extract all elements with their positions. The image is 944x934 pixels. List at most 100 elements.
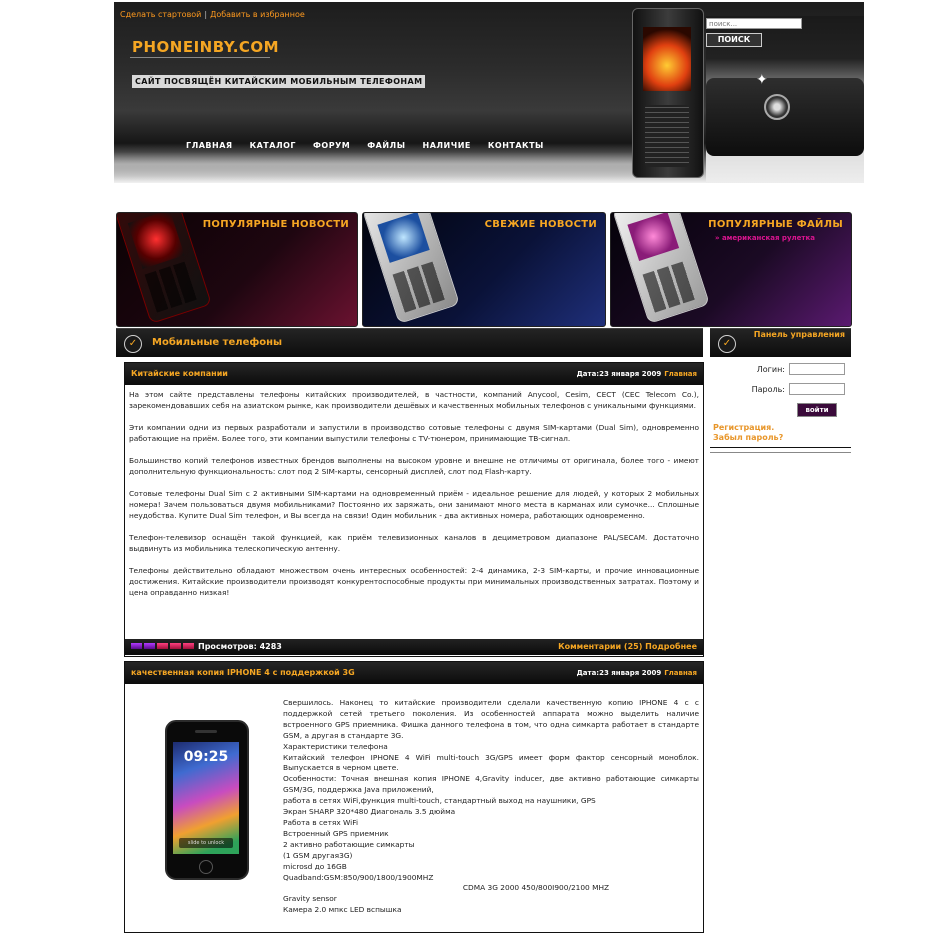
login-input[interactable]	[789, 363, 845, 375]
article-line: Особенности: Точная внешная копия IPHONE…	[283, 774, 699, 795]
lock-clock: 09:25	[183, 749, 229, 765]
promo-phone-image	[117, 213, 212, 324]
phone-speaker	[195, 730, 217, 733]
phone-screen: 09:25 slide to unlock	[173, 742, 239, 854]
checkmark-icon: ✓	[124, 335, 142, 353]
main-nav: ГЛАВНАЯ КАТАЛОГ ФОРУМ ФАЙЛЫ НАЛИЧИЕ КОНТ…	[186, 141, 544, 150]
rating-star[interactable]	[131, 643, 142, 649]
search-panel: ПОИСК ✦	[706, 16, 864, 183]
title-underline	[130, 57, 270, 58]
nav-forum[interactable]: ФОРУМ	[313, 141, 350, 150]
date-label: Дата:	[576, 669, 600, 677]
sidebar-divider	[710, 452, 851, 453]
article-paragraph: Сотовые телефоны Dual Sim с 2 активными …	[129, 489, 699, 520]
nav-contacts[interactable]: КОНТАКТЫ	[488, 141, 544, 150]
article-line: работа в сетях WiFi,функция multi-touch,…	[283, 796, 596, 806]
article-line: Характеристики телефона	[283, 741, 388, 751]
rating-star[interactable]	[157, 643, 168, 649]
sidebar-divider	[710, 447, 851, 448]
phone-screen	[627, 213, 680, 261]
promo-title[interactable]: СВЕЖИЕ НОВОСТИ	[485, 219, 597, 230]
article-line: Камера 2.0 мпкс LED вспышка	[283, 905, 402, 915]
article-date: 23 января 2009	[599, 370, 662, 378]
section-title: Мобильные телефоны	[152, 337, 283, 348]
login-label: Логин:	[756, 365, 785, 374]
phone-keypad	[645, 105, 689, 167]
login-button[interactable]: войти	[797, 403, 837, 417]
sparkle-icon: ✦	[756, 72, 768, 88]
nav-files[interactable]: ФАЙЛЫ	[367, 141, 405, 150]
rating-star[interactable]	[170, 643, 181, 649]
article-line: 2 активно работающие симкарты	[283, 839, 415, 849]
nav-home[interactable]: ГЛАВНАЯ	[186, 141, 233, 150]
nav-catalog[interactable]: КАТАЛОГ	[250, 141, 296, 150]
article-text: Свершилось. Наконец то китайские произво…	[283, 698, 699, 916]
search-input[interactable]	[706, 18, 802, 29]
phone-screen	[643, 27, 691, 91]
login-row: Логин:	[710, 363, 851, 377]
promo-title[interactable]: ПОПУЛЯРНЫЕ ФАЙЛЫ	[708, 219, 843, 230]
article-paragraph: Большинство копий телефонов известных бр…	[129, 456, 699, 476]
nav-availability[interactable]: НАЛИЧИЕ	[423, 141, 471, 150]
iphone-image: 09:25 slide to unlock	[165, 720, 249, 880]
promo-file-link[interactable]: » американская рулетка	[715, 234, 815, 242]
article: Китайские компании Дата:23 января 2009 Гл…	[124, 362, 704, 657]
site-title[interactable]: PHONEINBY.COM	[132, 38, 279, 56]
promo-title[interactable]: ПОПУЛЯРНЫЕ НОВОСТИ	[203, 219, 349, 230]
slide-to-unlock: slide to unlock	[179, 838, 233, 848]
checkmark-icon: ✓	[718, 335, 736, 353]
article-line: Работа в сетях WiFi	[283, 817, 359, 827]
article-category[interactable]: Главная	[664, 669, 697, 677]
article: качественная копия IPHONE 4 с поддержкой…	[124, 661, 704, 933]
article-paragraph: На этом сайте представлены телефоны кита…	[129, 390, 699, 410]
phone-keypad	[642, 260, 697, 313]
article-line: (1 GSM другая3G)	[283, 850, 353, 860]
article-line: Встроенный GPS приемник	[283, 828, 389, 838]
rating-star[interactable]	[183, 643, 194, 649]
article-line: Свершилось. Наконец то китайские произво…	[283, 698, 699, 740]
article-title[interactable]: качественная копия IPHONE 4 с поддержкой…	[131, 668, 355, 677]
promo-fresh-news[interactable]: СВЕЖИЕ НОВОСТИ	[362, 212, 606, 327]
article-body: На этом сайте представлены телефоны кита…	[125, 385, 703, 639]
top-links-separator: |	[204, 10, 208, 19]
auth-links: Регистрация. Забыл пароль?	[713, 423, 783, 443]
rating-stars[interactable]	[131, 643, 194, 649]
article-header: качественная копия IPHONE 4 с поддержкой…	[125, 662, 703, 684]
forgot-password-link[interactable]: Забыл пароль?	[713, 433, 783, 443]
rating-star[interactable]	[144, 643, 155, 649]
article-line: CDMA 3G 2000 450/800I900/2100 MHZ	[462, 883, 610, 893]
main-section-header: ✓ Мобильные телефоны	[116, 328, 703, 357]
article-line: Quadband:GSM:850/900/1800/1900MHZ	[283, 872, 434, 882]
login-panel: Логин: Пароль: войти Регистрация. Забыл …	[710, 358, 851, 450]
promo-phone-image	[363, 213, 460, 324]
comments-more-link[interactable]: Комментарии (25) Подробнее	[558, 642, 697, 651]
phone-screen	[127, 213, 185, 269]
add-favorites-link[interactable]: Добавить в избранное	[210, 10, 305, 19]
phone-screen	[377, 213, 430, 263]
search-button[interactable]: ПОИСК	[706, 33, 762, 47]
header-camera-phone-image: ✦	[706, 72, 864, 156]
promo-popular-news[interactable]: ПОПУЛЯРНЫЕ НОВОСТИ	[116, 212, 358, 327]
views-count: Просмотров: 4283	[198, 642, 282, 651]
article-meta: Дата:23 января 2009 Главная	[577, 669, 697, 677]
register-link[interactable]: Регистрация.	[713, 423, 783, 433]
sidebar-section-header: ✓ Панель управления	[710, 328, 851, 357]
article-meta: Дата:23 января 2009 Главная	[577, 370, 697, 378]
article-paragraph: Телефоны действительно обладают множеств…	[129, 566, 699, 597]
article-title[interactable]: Китайские компании	[131, 369, 228, 378]
phone-keypad	[144, 260, 199, 313]
date-label: Дата:	[576, 370, 600, 378]
article-paragraph: Телефон-телевизор оснащён такой функцией…	[129, 533, 699, 553]
article-date: 23 января 2009	[599, 669, 662, 677]
section-title: Панель управления	[753, 330, 845, 339]
promo-popular-files[interactable]: ПОПУЛЯРНЫЕ ФАЙЛЫ » американская рулетка	[610, 212, 852, 327]
promo-phone-image	[612, 213, 710, 324]
site-header: Сделать стартовой | Добавить в избранное P…	[114, 2, 864, 183]
article-line: microsd до 16GB	[283, 861, 347, 871]
article-line: Gravity sensor	[283, 894, 337, 904]
article-category[interactable]: Главная	[664, 370, 697, 378]
make-homepage-link[interactable]: Сделать стартовой	[120, 10, 201, 19]
top-links: Сделать стартовой | Добавить в избранное	[120, 10, 305, 19]
article-header: Китайские компании Дата:23 января 2009 Гл…	[125, 363, 703, 385]
password-input[interactable]	[789, 383, 845, 395]
